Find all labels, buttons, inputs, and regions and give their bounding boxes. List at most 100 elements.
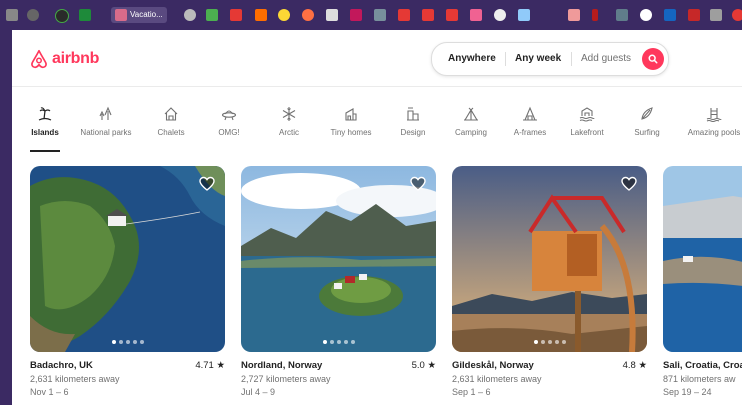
listing-photo[interactable] <box>30 166 225 352</box>
category-national-parks[interactable]: National parks <box>74 106 138 152</box>
search-anywhere-button[interactable]: Anywhere <box>448 53 496 64</box>
category-omg[interactable]: OMG! <box>217 106 241 152</box>
tab-favicon-icon[interactable] <box>616 9 628 21</box>
category-label: Surfing <box>634 128 660 137</box>
cabin-photo <box>452 166 647 352</box>
tab-favicon-icon[interactable] <box>255 9 267 21</box>
listing-rating: 4.71 ★ <box>195 360 225 371</box>
category-lakefront[interactable]: Lakefront <box>568 106 606 152</box>
tab-favicon-icon[interactable] <box>278 9 290 21</box>
lakefront-icon <box>579 107 595 122</box>
search-divider <box>571 52 572 66</box>
category-chalets[interactable]: Chalets <box>155 106 187 152</box>
tab-favicon-icon[interactable] <box>732 9 742 21</box>
category-amazing-pools[interactable]: Amazing pools <box>686 106 742 152</box>
browser-tab-strip: Vacatio... <box>0 0 742 30</box>
listing-info: Sali, Croatia, Croa 871 kilometers aw Se… <box>663 360 742 404</box>
tab-favicon-icon[interactable] <box>664 9 676 21</box>
tab-favicon-icon[interactable] <box>470 9 482 21</box>
tab-favicon-icon[interactable] <box>350 9 362 21</box>
category-design[interactable]: Design <box>398 106 428 152</box>
airbnb-logo-icon <box>31 49 47 69</box>
category-arctic[interactable]: Arctic <box>276 106 302 152</box>
category-label: Camping <box>454 128 487 137</box>
heart-icon[interactable] <box>199 176 215 192</box>
listing-dates: Sep 1 – 6 <box>452 387 491 397</box>
listing-photo[interactable] <box>663 166 742 352</box>
norway-island-photo <box>241 166 436 352</box>
listing-card[interactable]: Gildeskål, Norway 4.8 ★ 2,631 kilometers… <box>452 166 647 404</box>
category-camping[interactable]: Camping <box>453 106 489 152</box>
photo-carousel-dots <box>241 340 436 344</box>
tab-favicon-icon[interactable] <box>6 9 18 21</box>
chalet-icon <box>164 107 178 121</box>
listing-dates: Nov 1 – 6 <box>30 387 69 397</box>
listing-info: Nordland, Norway 5.0 ★ 2,727 kilometers … <box>241 360 436 404</box>
tab-favicon-icon[interactable] <box>640 9 652 21</box>
national-park-icon <box>99 106 112 120</box>
listing-photo[interactable] <box>241 166 436 352</box>
tab-favicon-icon[interactable] <box>184 9 196 21</box>
tab-title: Vacatio... <box>130 10 163 19</box>
ufo-icon <box>221 110 237 121</box>
tab-favicon-icon[interactable] <box>688 9 700 21</box>
category-islands[interactable]: Islands <box>30 106 60 152</box>
heart-icon[interactable] <box>621 176 637 192</box>
category-label: National parks <box>80 128 132 137</box>
tab-favicon-icon[interactable] <box>422 9 434 21</box>
listing-photo[interactable] <box>452 166 647 352</box>
tab-favicon-icon[interactable] <box>446 9 458 21</box>
search-divider <box>505 52 506 66</box>
listing-dates: Sep 19 – 24 <box>663 387 712 397</box>
tab-favicon-icon[interactable] <box>27 9 39 21</box>
tab-favicon-icon[interactable] <box>230 9 242 21</box>
tab-favicon-icon[interactable] <box>55 9 69 23</box>
listing-distance: 2,631 kilometers away <box>30 374 120 384</box>
island-aerial-photo <box>30 166 225 352</box>
airbnb-favicon-icon <box>115 9 127 21</box>
search-bar[interactable]: Anywhere Any week Add guests <box>431 42 669 76</box>
listing-title: Sali, Croatia, Croa <box>663 360 742 371</box>
tab-favicon-icon[interactable] <box>326 9 338 21</box>
tab-favicon-icon[interactable] <box>302 9 314 21</box>
brand-name: airbnb <box>52 50 100 67</box>
category-surfing[interactable]: Surfing <box>632 106 662 152</box>
heart-icon[interactable] <box>410 176 426 192</box>
airbnb-logo[interactable]: airbnb <box>30 48 99 70</box>
category-label: OMG! <box>218 128 240 137</box>
browser-tab-active[interactable]: Vacatio... <box>111 7 167 23</box>
listing-title: Nordland, Norway <box>241 360 323 371</box>
category-tiny-homes[interactable]: Tiny homes <box>328 106 374 152</box>
croatia-coast-photo <box>663 166 742 352</box>
airbnb-page: airbnb Anywhere Any week Add guests Isla… <box>12 30 742 405</box>
tab-favicon-icon[interactable] <box>374 9 386 21</box>
tab-favicon-icon[interactable] <box>398 9 410 21</box>
tab-favicon-icon[interactable] <box>518 9 530 21</box>
search-any-week-button[interactable]: Any week <box>515 53 561 64</box>
search-add-guests-button[interactable]: Add guests <box>581 53 631 64</box>
search-submit-button[interactable] <box>642 48 664 70</box>
tab-favicon-icon[interactable] <box>494 9 506 21</box>
tab-favicon-icon[interactable] <box>206 9 218 21</box>
listing-title: Gildeskål, Norway <box>452 360 534 371</box>
listing-card[interactable]: Nordland, Norway 5.0 ★ 2,727 kilometers … <box>241 166 436 404</box>
tab-favicon-icon[interactable] <box>79 9 91 21</box>
tab-favicon-icon[interactable] <box>710 9 722 21</box>
site-header: airbnb Anywhere Any week Add guests <box>12 30 742 87</box>
listing-distance: 2,727 kilometers away <box>241 374 331 384</box>
listing-card[interactable]: Sali, Croatia, Croa 871 kilometers aw Se… <box>663 166 742 404</box>
category-label: Arctic <box>279 128 299 137</box>
category-label: A-frames <box>513 128 547 137</box>
camping-icon <box>464 107 478 121</box>
photo-carousel-dots <box>30 340 225 344</box>
category-label: Lakefront <box>570 128 604 137</box>
island-icon <box>38 107 52 121</box>
a-frame-icon <box>523 106 537 121</box>
category-a-frames[interactable]: A-frames <box>512 106 548 152</box>
listing-rating: 4.8 ★ <box>622 360 647 371</box>
tab-favicon-icon[interactable] <box>568 9 580 21</box>
pool-icon <box>706 108 722 122</box>
category-label: Amazing pools <box>687 128 741 137</box>
listing-card[interactable]: Badachro, UK 4.71 ★ 2,631 kilometers awa… <box>30 166 225 404</box>
tab-favicon-icon[interactable] <box>592 9 598 21</box>
